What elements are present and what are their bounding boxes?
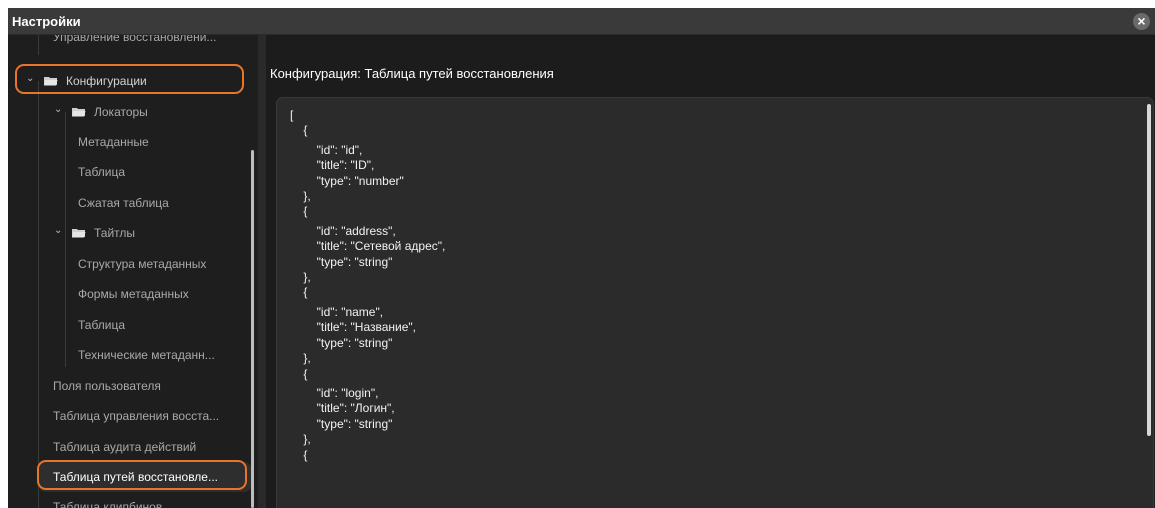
sidebar-item[interactable]: Таблица клипбинов (53, 492, 162, 508)
config-heading: Конфигурация: Таблица путей восстановлен… (270, 66, 554, 81)
sidebar-item-label: Метаданные (78, 135, 149, 149)
sidebar-item-label: Формы метаданных (78, 287, 189, 301)
sidebar-item[interactable]: Сжатая таблица (78, 188, 169, 218)
window-title: Настройки (12, 14, 81, 29)
tree-guide-line (65, 112, 66, 235)
code-line: "id": "name", (290, 304, 384, 319)
code-line: "id": "login", (290, 385, 379, 400)
code-line: "title": "Название", (290, 320, 417, 335)
code-line: { (290, 366, 308, 381)
code-line: "title": "Логин", (290, 401, 395, 416)
sidebar-item-label: Таблица аудита действий (53, 440, 197, 454)
code-line: "type": "string" (290, 335, 393, 350)
code-line: "title": "Сетевой адрес", (290, 239, 446, 254)
code-line: }, (290, 432, 311, 447)
code-line: "id": "address", (290, 223, 396, 238)
title-bar: Настройки × (8, 8, 1155, 35)
close-icon[interactable]: × (1133, 13, 1150, 30)
sidebar-scrollbar[interactable] (251, 150, 254, 508)
sidebar-item[interactable]: Таблица (78, 157, 125, 187)
panel-divider[interactable] (258, 35, 266, 508)
sidebar-item-label: Таблица клипбинов (53, 500, 163, 508)
sidebar-item-label: Таблица путей восстановле... (53, 470, 218, 484)
sidebar-item-label: Конфигурации (66, 74, 147, 88)
sidebar-item-label: Технические метаданн... (78, 348, 215, 362)
tree-guide-line (38, 81, 39, 508)
json-code[interactable]: [ { "id": "id", "title": "ID", "type": "… (290, 108, 445, 463)
sidebar-item-label: Таблица управления восста... (53, 409, 220, 423)
chevron-down-icon[interactable]: ⌄ (54, 104, 64, 115)
sidebar-item[interactable]: Структура метаданных (78, 249, 206, 279)
tree-guide-line (65, 234, 66, 367)
code-line: }, (290, 270, 311, 285)
code-line: { (290, 123, 308, 138)
sidebar-item[interactable]: Формы метаданных (78, 279, 189, 309)
code-line: [ (290, 108, 294, 122)
folder-icon (44, 76, 58, 86)
chevron-down-icon[interactable]: ⌄ (54, 225, 64, 236)
sidebar: Управление восстановлени... ⌄ Конфигурации… (8, 35, 258, 508)
code-line: "title": "ID", (290, 158, 375, 173)
sidebar-item-label: Локаторы (94, 105, 148, 119)
sidebar-item-label: Структура метаданных (78, 257, 207, 271)
folder-icon (72, 107, 86, 117)
code-line: { (290, 204, 308, 219)
code-line: "id": "id", (290, 142, 363, 157)
folder-icon (72, 228, 86, 238)
sidebar-item[interactable]: Управление восстановлени... (53, 35, 216, 52)
main-panel: Конфигурация: Таблица путей восстановлен… (266, 35, 1155, 508)
code-line: { (290, 285, 308, 300)
chevron-down-icon[interactable]: ⌄ (26, 73, 36, 84)
sidebar-item[interactable]: ⌄ Тайтлы (54, 218, 135, 248)
sidebar-item[interactable]: ⌄ Конфигурации (26, 66, 147, 96)
sidebar-item[interactable]: Таблица управления восста... (53, 401, 219, 431)
sidebar-item-label: Таблица (78, 165, 126, 179)
sidebar-item[interactable]: Поля пользователя (53, 371, 161, 401)
sidebar-item-label: Поля пользователя (53, 379, 161, 393)
sidebar-item-label: Управление восстановлени... (53, 35, 217, 44)
sidebar-item[interactable]: Таблица (78, 310, 125, 340)
tree-guide-line (38, 35, 39, 55)
sidebar-item[interactable]: Таблица путей восстановле... (53, 462, 218, 492)
settings-window: Настройки × Управление восстановлени... ⌄… (8, 8, 1155, 508)
sidebar-item[interactable]: Таблица аудита действий (53, 432, 196, 462)
sidebar-item[interactable]: ⌄ Локаторы (54, 97, 148, 127)
code-line: }, (290, 189, 311, 204)
code-line: "type": "string" (290, 254, 393, 269)
sidebar-item-label: Таблица (78, 318, 126, 332)
code-line: "type": "string" (290, 416, 393, 431)
sidebar-item[interactable]: Метаданные (78, 127, 149, 157)
code-line: }, (290, 351, 311, 366)
sidebar-item-label: Сжатая таблица (78, 196, 169, 210)
editor-scrollbar[interactable] (1147, 104, 1151, 436)
code-line: { (290, 447, 308, 462)
json-editor[interactable]: [ { "id": "id", "title": "ID", "type": "… (276, 97, 1154, 508)
sidebar-item[interactable]: Технические метаданн... (78, 340, 215, 370)
code-line: "type": "number" (290, 173, 404, 188)
sidebar-item-label: Тайтлы (94, 226, 136, 240)
